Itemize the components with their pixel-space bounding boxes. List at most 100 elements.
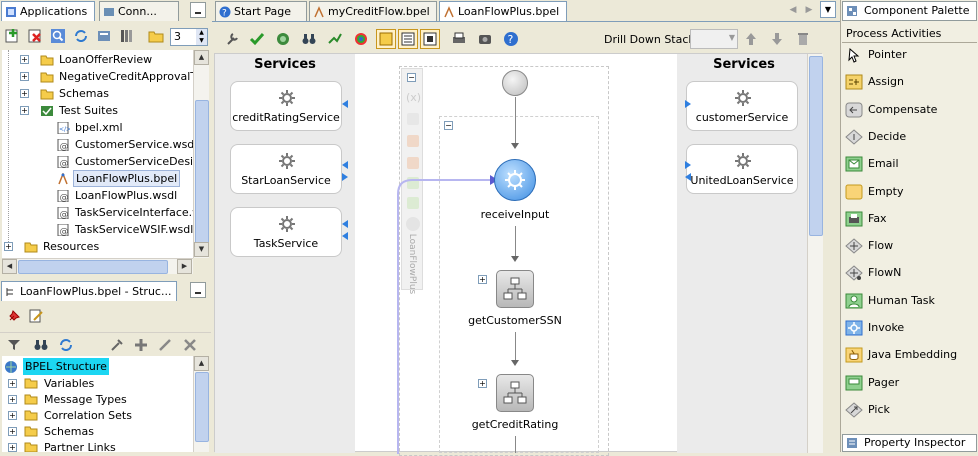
folder-icon[interactable]: [147, 27, 165, 45]
service-creditratingservice[interactable]: creditRatingService: [230, 81, 342, 131]
wrench-icon[interactable]: [224, 30, 242, 48]
add-icon[interactable]: [132, 336, 150, 354]
palette-item-assign[interactable]: Assign: [842, 69, 977, 95]
tab-connections[interactable]: Conn...: [99, 1, 179, 21]
palette-item-fax[interactable]: Fax: [842, 206, 977, 232]
layout-icon[interactable]: [326, 30, 344, 48]
palette-item-flown[interactable]: FlowN: [842, 260, 977, 286]
palette-item-decide[interactable]: Decide: [842, 124, 977, 150]
drill-up-icon[interactable]: [742, 30, 760, 48]
property-inspector-header[interactable]: Property Inspector: [842, 434, 977, 452]
tree-item[interactable]: + Schemas: [2, 85, 193, 102]
minimize-button[interactable]: [190, 2, 206, 18]
service-starloanservice[interactable]: StarLoanService: [230, 144, 342, 194]
palette-item-human-task[interactable]: Human Task: [842, 288, 977, 314]
sequence-collapse-button[interactable]: −: [444, 121, 453, 130]
validate-icon[interactable]: [248, 30, 266, 48]
print-icon[interactable]: [450, 30, 468, 48]
service-customerservice[interactable]: customerService: [686, 81, 798, 131]
palette-category[interactable]: Process Activities: [842, 23, 977, 43]
palette-item-email[interactable]: Email: [842, 151, 977, 177]
getcustomerssn-node[interactable]: [496, 270, 534, 308]
tree-item[interactable]: + NegativeCreditApprovalTask: [2, 68, 193, 85]
tabs-prev-button[interactable]: ◀: [786, 2, 800, 18]
sync-icon[interactable]: [57, 336, 75, 354]
expand-getcustomerssn[interactable]: +: [478, 275, 487, 284]
palette-item-pager[interactable]: Pager: [842, 370, 977, 396]
structure-scroll-up[interactable]: ▲: [194, 356, 209, 371]
scroll-up-arrow[interactable]: ▲: [194, 50, 209, 65]
camera-icon[interactable]: [476, 30, 494, 48]
palette-item-flow[interactable]: Flow: [842, 233, 977, 259]
palette-item-invoke[interactable]: Invoke: [842, 315, 977, 341]
tree-expander[interactable]: +: [4, 242, 13, 251]
edit-icon[interactable]: [156, 336, 174, 354]
tree-expander[interactable]: +: [20, 72, 29, 81]
drill-down-select[interactable]: ▼: [690, 29, 738, 49]
tree-expander[interactable]: +: [8, 443, 17, 452]
tree-expander[interactable]: +: [8, 395, 17, 404]
refresh-icon[interactable]: [72, 27, 90, 45]
tree-item[interactable]: @ TaskServiceInterface.wsdl: [2, 204, 193, 221]
canvas-vertical-scrollbar[interactable]: [807, 54, 823, 453]
canvas-scroll-thumb[interactable]: [809, 56, 823, 236]
scroll-right-arrow[interactable]: ▶: [177, 259, 192, 274]
tree-expander[interactable]: +: [8, 411, 17, 420]
binoculars-icon[interactable]: [300, 30, 318, 48]
remove-icon[interactable]: [181, 336, 199, 354]
tree-horizontal-scrollbar[interactable]: ◀ ▶: [2, 258, 193, 274]
tab-loanflowplus[interactable]: LoanFlowPlus.bpel: [439, 1, 567, 21]
filter-icon[interactable]: [95, 27, 113, 45]
scroll-thumb[interactable]: [195, 100, 209, 250]
help-icon[interactable]: ?: [502, 30, 520, 48]
edit-structure-icon[interactable]: [27, 307, 45, 325]
service-taskservice[interactable]: TaskService: [230, 207, 342, 257]
service-unitedloanservice[interactable]: UnitedLoanService: [686, 144, 798, 194]
getcreditrating-node[interactable]: [496, 374, 534, 412]
tree-item[interactable]: + Test Suites: [2, 102, 193, 119]
filter-funnel-icon[interactable]: [5, 336, 23, 354]
tab-mycreditflow[interactable]: myCreditFlow.bpel: [309, 1, 437, 21]
structure-vertical-scrollbar[interactable]: ▲: [193, 356, 209, 452]
tree-item[interactable]: + LoanOfferReview: [2, 51, 193, 68]
tools-icon[interactable]: [108, 336, 126, 354]
tree-item[interactable]: LoanFlowPlus.bpel: [2, 170, 193, 187]
spinner-arrows[interactable]: ▲ ▼: [196, 29, 207, 45]
expand-getcreditrating[interactable]: +: [478, 379, 487, 388]
palette-item-java-embedding[interactable]: Java Embedding: [842, 342, 977, 368]
drill-down-icon[interactable]: [768, 30, 786, 48]
level-spinner[interactable]: 3 ▲ ▼: [170, 28, 208, 46]
tree-item[interactable]: @ CustomerService.wsdl: [2, 136, 193, 153]
tab-applications[interactable]: Applications: [1, 1, 95, 21]
tree-vertical-scrollbar[interactable]: ▲ ▼: [193, 50, 209, 258]
find-icon[interactable]: [49, 27, 67, 45]
tab-structure[interactable]: LoanFlowPlus.bpel - Struc...: [1, 281, 177, 301]
trash-icon[interactable]: [794, 30, 812, 48]
pin-icon[interactable]: [5, 307, 23, 325]
tabs-next-button[interactable]: ▶: [802, 2, 816, 18]
tree-item[interactable]: @ LoanFlowPlus.wsdl: [2, 187, 193, 204]
view-diagram-button[interactable]: [398, 29, 418, 49]
tree-item[interactable]: </> bpel.xml: [2, 119, 193, 136]
palette-item-pick[interactable]: Pick: [842, 397, 977, 423]
palette-item-pointer[interactable]: Pointer: [842, 42, 977, 68]
tree-expander[interactable]: +: [8, 379, 17, 388]
new-icon[interactable]: [3, 27, 21, 45]
structure-minimize-button[interactable]: [190, 282, 206, 298]
palette-item-empty[interactable]: Empty: [842, 179, 977, 205]
scroll-down-arrow[interactable]: ▼: [194, 242, 209, 257]
scroll-left-arrow[interactable]: ◀: [2, 259, 17, 274]
tree-expander[interactable]: +: [8, 427, 17, 436]
tree-item[interactable]: @ TaskServiceWSIF.wsdl: [2, 221, 193, 238]
library-icon[interactable]: [118, 27, 136, 45]
tree-item[interactable]: + Resources: [2, 238, 193, 255]
color-wheel-icon[interactable]: [352, 30, 370, 48]
tab-start-page[interactable]: ? Start Page: [215, 1, 307, 21]
tree-item[interactable]: @ CustomerServiceDesign.wsdl: [2, 153, 193, 170]
scope-collapse-button[interactable]: −: [407, 73, 416, 82]
view-overview-button[interactable]: [420, 29, 440, 49]
deploy-icon[interactable]: [274, 30, 292, 48]
delete-icon[interactable]: [26, 27, 44, 45]
tabs-menu-button[interactable]: ▼: [820, 1, 836, 18]
structure-scroll-thumb[interactable]: [195, 372, 209, 442]
